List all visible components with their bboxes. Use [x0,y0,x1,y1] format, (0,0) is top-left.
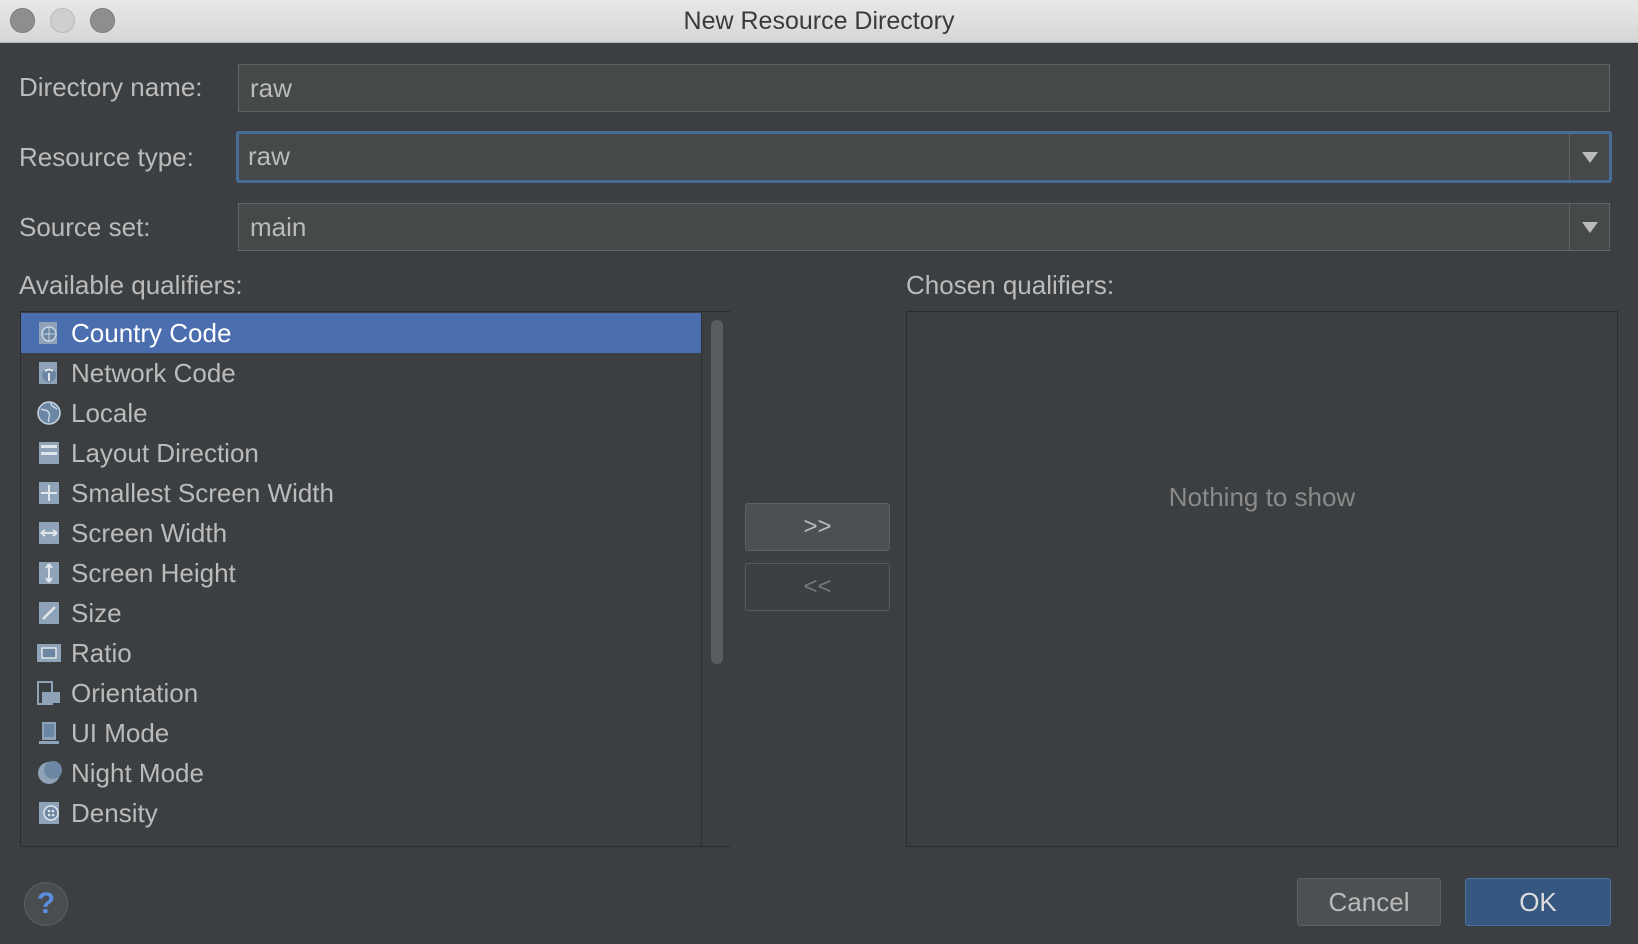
qualifier-item-label: UI Mode [71,717,170,748]
qualifier-item-label: Smallest Screen Width [71,477,334,508]
qualifier-item[interactable]: Orientation [21,673,701,713]
ok-button[interactable]: OK [1465,878,1611,926]
qualifier-item-label: Country Code [71,317,232,348]
screen-width-icon [35,519,63,547]
qualifier-item[interactable]: Screen Height [21,553,701,593]
window-title: New Resource Directory [683,7,955,35]
country-code-icon [35,319,63,347]
resource-type-dropdown-button[interactable] [1569,134,1609,180]
qualifier-item[interactable]: Density [21,793,701,833]
qualifier-item-label: Screen Width [71,517,228,548]
available-qualifiers-label: Available qualifiers: [19,270,243,300]
source-set-label: Source set: [19,212,151,242]
directory-name-field[interactable]: raw [238,64,1610,112]
qualifier-item[interactable]: Screen Width [21,513,701,553]
qualifier-item-label: Screen Height [71,557,236,588]
ui-mode-icon [35,719,63,747]
network-code-icon [35,359,63,387]
orientation-icon [35,679,63,707]
qualifier-item[interactable]: Locale [21,393,701,433]
density-icon [35,799,63,827]
chevron-down-icon [1581,151,1598,163]
qualifier-item-label: Size [71,597,122,628]
night-mode-icon [35,759,63,787]
resource-type-value: raw [248,141,290,171]
add-qualifier-button[interactable]: >> [745,503,890,551]
smallest-width-icon [35,479,63,507]
qualifier-item[interactable]: Smallest Screen Width [21,473,701,513]
qualifier-item[interactable]: Country Code [21,313,701,353]
directory-name-value: raw [250,73,292,103]
qualifier-list-items: Country Code Network Code Locale Layout Dir… [21,312,701,846]
qualifier-item-label: Orientation [71,677,199,708]
size-icon [35,599,63,627]
qualifier-item[interactable]: Layout Direction [21,433,701,473]
chevron-down-icon [1581,221,1598,233]
qualifier-item[interactable]: UI Mode [21,713,701,753]
help-icon: ? [36,887,56,920]
empty-state-text: Nothing to show [1168,482,1356,512]
qualifier-item-label: Ratio [71,637,132,668]
source-set-combobox[interactable]: main [238,203,1610,251]
qualifier-item-label: Network Code [71,357,236,388]
qualifier-item[interactable]: Night Mode [21,753,701,793]
help-button[interactable]: ? [24,882,68,926]
chosen-qualifiers-list[interactable]: Nothing to show [906,311,1618,847]
layout-direction-icon [35,439,63,467]
qualifier-item-label: Locale [71,397,148,428]
remove-qualifier-button[interactable]: << [745,563,890,611]
available-qualifiers-list[interactable]: Country Code Network Code Locale Layout Dir… [20,311,730,847]
list-scrollbar[interactable] [701,312,730,846]
qualifier-item[interactable]: Size [21,593,701,633]
resource-type-label: Resource type: [19,142,194,172]
qualifier-item-label: Density [71,797,158,828]
scrollbar-thumb[interactable] [711,320,723,664]
chosen-qualifiers-label: Chosen qualifiers: [906,270,1115,300]
source-set-value: main [250,212,307,242]
qualifier-item[interactable]: Ratio [21,633,701,673]
qualifier-item-label: Night Mode [71,757,204,788]
directory-name-label: Directory name: [19,72,203,102]
source-set-dropdown-button[interactable] [1569,204,1609,250]
qualifier-item-label: Layout Direction [71,437,259,468]
ratio-icon [35,639,63,667]
screen-height-icon [35,559,63,587]
qualifier-item[interactable]: Network Code [21,353,701,393]
globe-icon [35,399,63,427]
cancel-button[interactable]: Cancel [1297,878,1441,926]
resource-type-combobox[interactable]: raw [236,131,1612,183]
title-bar: New Resource Directory [0,0,1638,43]
